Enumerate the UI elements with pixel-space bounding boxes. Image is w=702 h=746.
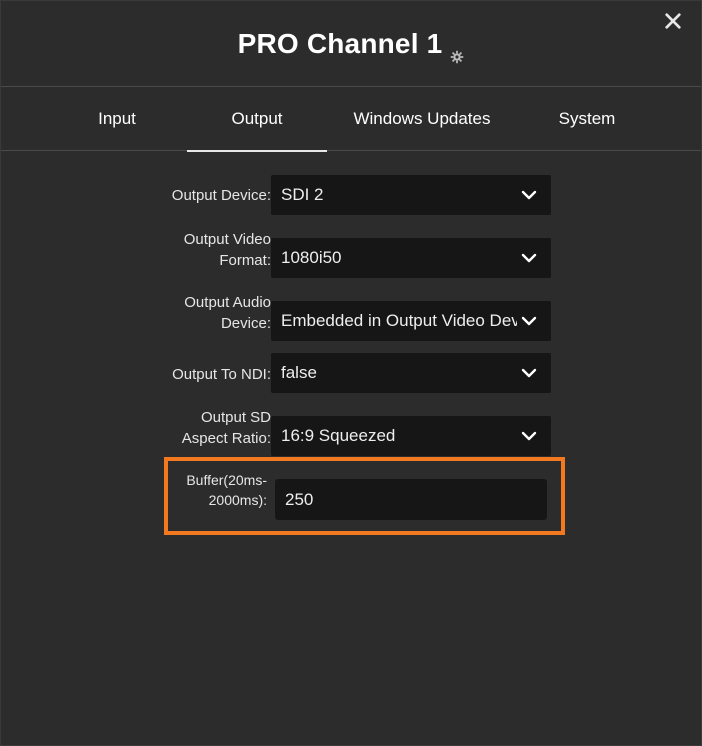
output-to-ndi-value: false (281, 363, 317, 382)
output-device-select[interactable]: SDI 2 (271, 175, 551, 215)
tab-bar: Input Output Windows Updates System (1, 87, 701, 152)
output-sd-aspect-ratio-row: Output SD Aspect Ratio: 16:9 Squeezed (141, 407, 561, 457)
output-video-format-label-line2: Format: (219, 252, 271, 269)
output-sd-aspect-ratio-label-line1: Output SD (200, 409, 271, 426)
output-device-value: SDI 2 (281, 185, 324, 204)
output-device-label: Output Device: (171, 187, 271, 204)
channel-settings-dialog: PRO Channel 1 Input Output Windows Updat… (0, 0, 702, 746)
output-video-format-label-line1: Output Video (183, 231, 271, 248)
chevron-down-icon (521, 316, 537, 326)
output-audio-device-label-line2: Device: (220, 315, 271, 332)
output-audio-device-label: Output Audio Device: (184, 292, 271, 334)
close-icon (665, 13, 681, 29)
close-button[interactable] (659, 7, 687, 35)
output-to-ndi-label: Output To NDI: (172, 366, 271, 383)
buffer-label: Buffer(20ms- 2000ms): (171, 470, 267, 510)
output-to-ndi-select[interactable]: false (271, 353, 551, 393)
dialog-header: PRO Channel 1 (1, 1, 701, 87)
output-audio-device-value: Embedded in Output Video Device (281, 311, 517, 330)
chevron-down-icon (521, 190, 537, 200)
chevron-down-icon (521, 253, 537, 263)
output-sd-aspect-ratio-label-line2: Aspect Ratio: (181, 430, 271, 447)
output-sd-aspect-ratio-value: 16:9 Squeezed (281, 426, 396, 445)
output-sd-aspect-ratio-label: Output SD Aspect Ratio: (182, 407, 271, 449)
output-video-format-value: 1080i50 (281, 248, 342, 267)
output-audio-device-select[interactable]: Embedded in Output Video Device (271, 301, 551, 341)
chevron-down-icon (521, 431, 537, 441)
output-audio-device-label-line1: Output Audio (184, 294, 271, 311)
tab-output[interactable]: Output (187, 87, 327, 152)
buffer-input[interactable] (275, 479, 547, 520)
output-sd-aspect-ratio-select[interactable]: 16:9 Squeezed (271, 416, 551, 456)
dialog-title-text: PRO Channel 1 (237, 27, 443, 59)
chevron-down-icon (521, 368, 537, 378)
output-video-format-label: Output Video Format: (184, 229, 271, 271)
dialog-title: PRO Channel 1 (237, 27, 465, 63)
tab-system[interactable]: System (517, 87, 657, 151)
tab-windows-updates[interactable]: Windows Updates (337, 87, 507, 151)
output-to-ndi-row: Output To NDI: false (141, 353, 561, 393)
output-device-row: Output Device: SDI 2 (141, 175, 561, 215)
tab-input[interactable]: Input (47, 87, 187, 151)
buffer-label-line1: Buffer(20ms- (186, 472, 267, 488)
gear-icon[interactable] (450, 39, 464, 63)
output-video-format-row: Output Video Format: 1080i50 (141, 229, 561, 279)
buffer-label-line2: 2000ms): (208, 492, 267, 508)
output-video-format-select[interactable]: 1080i50 (271, 238, 551, 278)
output-audio-device-row: Output Audio Device: Embedded in Output … (141, 292, 561, 342)
